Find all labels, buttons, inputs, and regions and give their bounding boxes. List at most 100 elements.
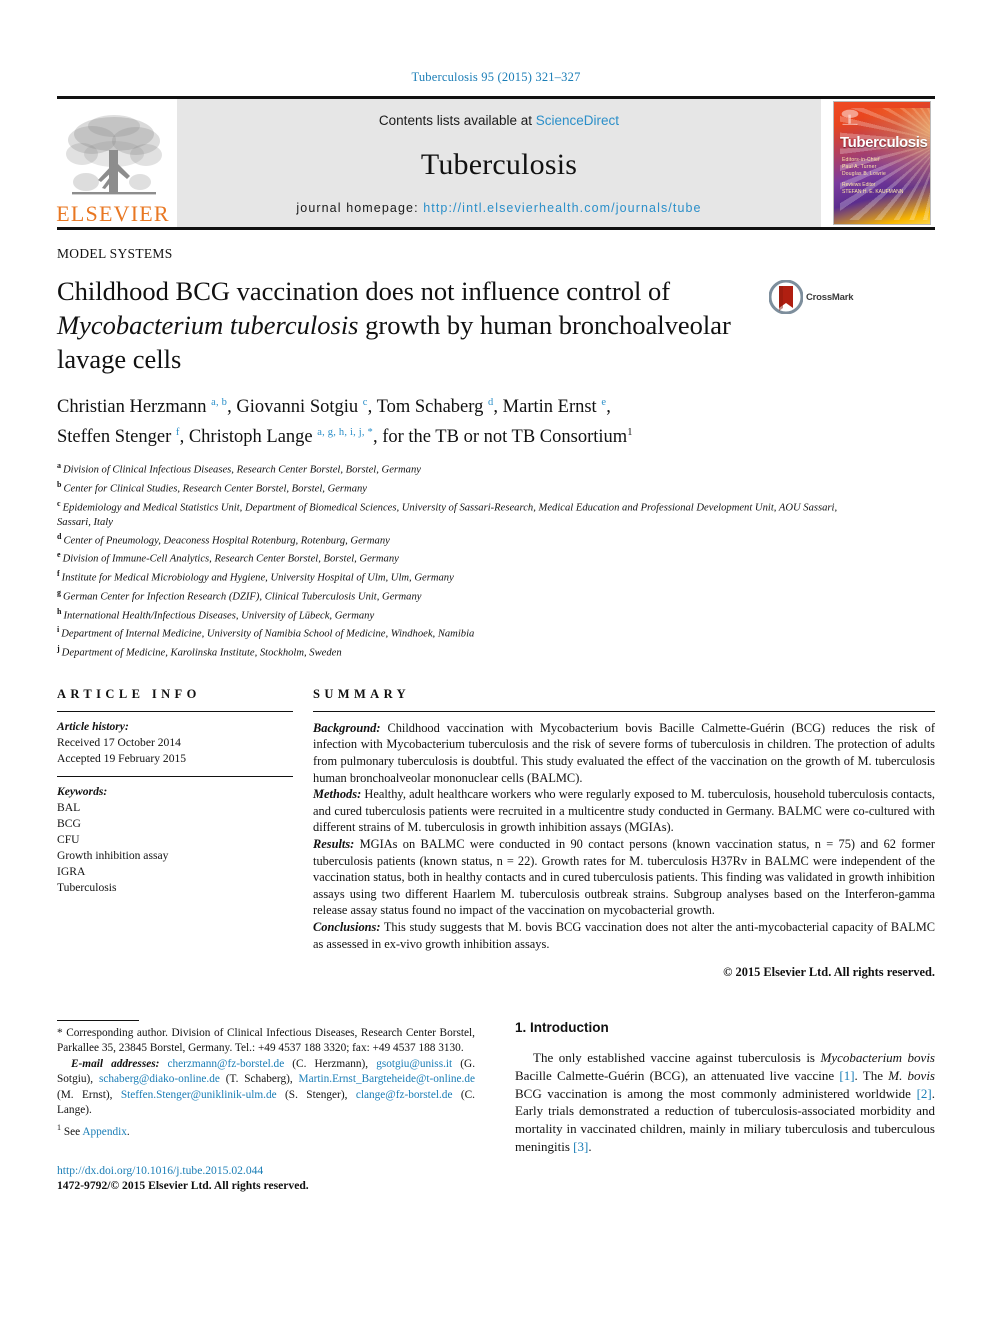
corresponding-author-footnote: * Corresponding author. Division of Clin…	[57, 1027, 475, 1055]
affiliation-item: e Division of Immune-Cell Analytics, Rese…	[57, 548, 847, 567]
introduction-paragraph: The only established vaccine against tub…	[515, 1049, 935, 1156]
page-title: Childhood BCG vaccination does not influ…	[57, 274, 757, 376]
affiliation-item: g German Center for Infection Research (D…	[57, 586, 847, 605]
running-head: Tuberculosis 95 (2015) 321–327	[411, 70, 581, 84]
affiliation-mark: c	[57, 498, 61, 508]
journal-homepage-line: journal homepage: http://intl.elsevierhe…	[296, 201, 701, 215]
keyword-item: Growth inhibition assay	[57, 848, 169, 862]
article-info-column: ARTICLE INFO Article history: Received 1…	[57, 687, 293, 980]
intro-part-4: BCG vaccination is among the most common…	[515, 1085, 917, 1101]
affiliation-mark: f	[57, 569, 60, 579]
abstract-block: ARTICLE INFO Article history: Received 1…	[57, 687, 935, 980]
article-accepted-date: Accepted 19 February 2015	[57, 751, 187, 765]
intro-part-6: .	[588, 1138, 592, 1154]
appendix-footnote-mark: 1	[57, 1123, 61, 1133]
reference-link-3[interactable]: [3]	[573, 1139, 588, 1154]
homepage-url-link[interactable]: http://intl.elsevierhealth.com/journals/…	[423, 201, 701, 215]
cover-reviews-block: Reviews Editor STEFAN H. E. KAUFMANN	[842, 182, 903, 196]
email-link[interactable]: Martin.Ernst_Bargteheide@t-online.de	[299, 1073, 475, 1085]
cover-sub-line3: Douglas B. Lowrie	[842, 171, 886, 177]
reference-link-2[interactable]: [2]	[917, 1086, 932, 1101]
cover-elsevier-icon	[841, 109, 859, 125]
affiliation-text: Center of Pneumology, Deaconess Hospital…	[63, 535, 390, 547]
summary-column: SUMMARY Background: Childhood vaccinatio…	[313, 687, 935, 980]
consortium-mark: 1	[627, 427, 633, 439]
affiliation-text: Epidemiology and Medical Statistics Unit…	[57, 502, 838, 528]
affiliation-item: d Center of Pneumology, Deaconess Hospita…	[57, 530, 847, 549]
journal-cover-thumbnail: Tuberculosis Editors-in-Chief Paul A. Tu…	[829, 99, 935, 227]
summary-methods-text: Healthy, adult healthcare workers who we…	[313, 787, 935, 835]
author-name-0: Christian Herzmann	[57, 397, 207, 418]
appendix-footnote: 1 See Appendix.	[57, 1120, 475, 1140]
title-line-2-italic: Mycobacterium tuberculosis	[57, 310, 359, 340]
email-link[interactable]: cherzmann@fz-borstel.de	[167, 1058, 284, 1070]
title-row: Childhood BCG vaccination does not influ…	[57, 274, 935, 376]
intro-italic-1: Mycobacterium bovis	[820, 1050, 935, 1065]
title-line-2-rest: growth by human bronchoalveolar	[358, 310, 731, 340]
email-link[interactable]: Steffen.Stenger@uniklinik-ulm.de	[121, 1089, 277, 1101]
journal-band: Contents lists available at ScienceDirec…	[177, 99, 821, 227]
affiliation-mark: g	[57, 587, 61, 597]
paper-page: Tuberculosis 95 (2015) 321–327 ELSEVIER …	[0, 0, 992, 1323]
author-name-3: Martin Ernst	[502, 397, 597, 418]
affiliation-item: a Division of Clinical Infectious Disease…	[57, 459, 847, 478]
appendix-footnote-end: .	[126, 1126, 130, 1139]
appendix-link[interactable]: Appendix	[82, 1126, 127, 1138]
introduction-heading: 1. Introduction	[515, 1020, 609, 1035]
email-link[interactable]: schaberg@diako-online.de	[99, 1073, 220, 1085]
affiliation-item: b Center for Clinical Studies, Research C…	[57, 478, 847, 497]
cover-sub-line5: STEFAN H. E. KAUFMANN	[842, 189, 904, 195]
article-history: Article history: Received 17 October 201…	[57, 712, 293, 767]
author-marks-0: a, b	[211, 397, 228, 408]
affiliation-text: Division of Clinical Infectious Diseases…	[63, 464, 421, 476]
summary-conclusions-text: This study suggests that M. bovis BCG va…	[313, 919, 935, 951]
affiliation-text: Division of Immune-Cell Analytics, Resea…	[62, 553, 399, 565]
email-link[interactable]: clange@fz-borstel.de	[356, 1089, 453, 1101]
keyword-item: BCG	[57, 816, 81, 830]
cover-editor-block: Editors-in-Chief Paul A. Turner Douglas …	[842, 157, 886, 178]
affiliation-mark: i	[57, 625, 60, 635]
summary-heading: SUMMARY	[313, 686, 411, 701]
affiliation-mark: e	[57, 550, 61, 560]
email-person: (S. Stenger)	[285, 1088, 345, 1101]
summary-results-text: MGIAs on BALMC were conducted in 90 cont…	[313, 837, 935, 918]
journal-title: Tuberculosis	[420, 147, 578, 181]
author-marks-3: e	[601, 397, 607, 408]
keywords-label: Keywords:	[57, 784, 108, 798]
keyword-item: Tuberculosis	[57, 880, 117, 894]
introduction-column: 1. Introduction The only established vac…	[515, 1020, 935, 1194]
affiliation-text: Department of Internal Medicine, Univers…	[61, 628, 475, 640]
footnote-separator-rule	[57, 1020, 139, 1021]
keywords-block: Keywords: BAL BCG CFU Growth inhibition …	[57, 777, 293, 896]
cover-sub-line4: Reviews Editor	[842, 182, 876, 188]
doi-link[interactable]: http://dx.doi.org/10.1016/j.tube.2015.02…	[57, 1163, 475, 1179]
crossmark-badge[interactable]: CrossMark	[769, 280, 861, 314]
summary-conclusions-paragraph: Conclusions: This study suggests that M.…	[313, 919, 935, 952]
cover-image: Tuberculosis Editors-in-Chief Paul A. Tu…	[833, 101, 931, 225]
contents-prefix: Contents lists available at	[378, 113, 533, 128]
author-marks-1: c	[362, 397, 368, 408]
keyword-item: CFU	[57, 832, 80, 846]
intro-part-1: The only established vaccine against tub…	[533, 1050, 821, 1065]
crossmark-icon	[769, 280, 803, 314]
email-person: (T. Schaberg)	[225, 1073, 290, 1086]
elsevier-wordmark: ELSEVIER	[56, 201, 170, 226]
article-info-heading: ARTICLE INFO	[57, 686, 201, 701]
summary-conclusions-label: Conclusions:	[313, 919, 381, 934]
email-link[interactable]: gsotgiu@uniss.it	[376, 1058, 452, 1070]
cover-sub-line2: Paul A. Turner	[842, 164, 877, 170]
affiliation-mark: b	[57, 480, 62, 490]
summary-background-label: Background:	[313, 720, 381, 735]
summary-body: Background: Childhood vaccination with M…	[313, 712, 935, 952]
footnote-column: * Corresponding author. Division of Clin…	[57, 1020, 475, 1194]
journal-masthead: ELSEVIER Contents lists available at Sci…	[56, 96, 935, 227]
summary-background-paragraph: Background: Childhood vaccination with M…	[313, 720, 935, 786]
summary-results-paragraph: Results: MGIAs on BALMC were conducted i…	[313, 836, 935, 919]
reference-link-1[interactable]: [1]	[839, 1068, 854, 1083]
summary-copyright: © 2015 Elsevier Ltd. All rights reserved…	[723, 965, 935, 980]
sciencedirect-link[interactable]: ScienceDirect	[536, 113, 619, 128]
elsevier-tree-icon	[66, 115, 162, 195]
affiliation-text: Institute for Medical Microbiology and H…	[61, 572, 454, 584]
affiliation-text: International Health/Infectious Diseases…	[63, 610, 375, 622]
author-marks-2: d	[487, 397, 494, 408]
